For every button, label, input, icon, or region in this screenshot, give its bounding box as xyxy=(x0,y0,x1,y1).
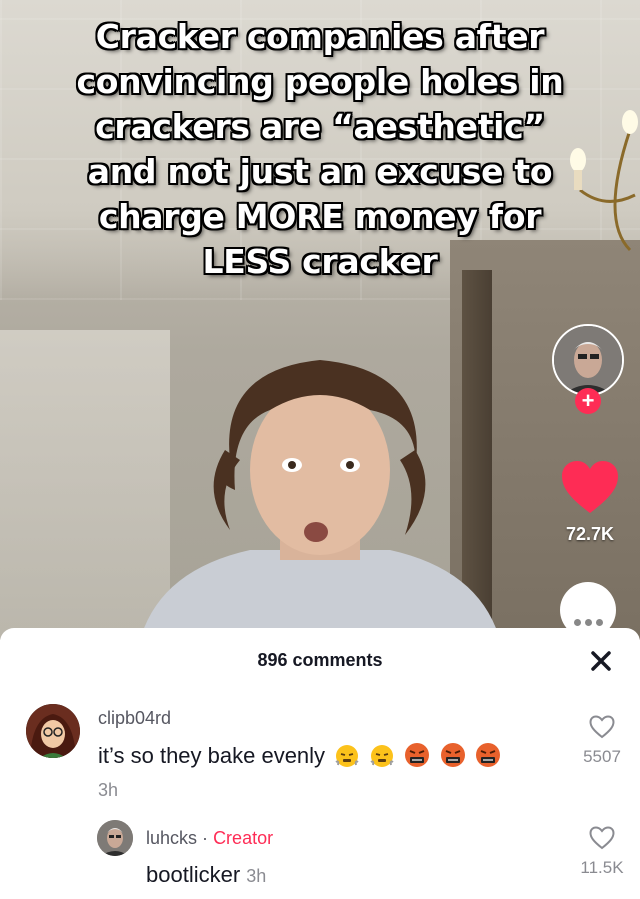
reply-body: bootlicker xyxy=(146,862,241,887)
avatar-image xyxy=(97,820,133,856)
follow-button[interactable]: + xyxy=(575,388,601,414)
username-separator: · xyxy=(202,828,209,848)
close-icon[interactable] xyxy=(586,646,616,676)
creator-avatar-image xyxy=(554,326,622,394)
creator-avatar[interactable] xyxy=(552,324,624,396)
face-with-symbols-icon xyxy=(405,743,430,767)
like-count: 72.7K xyxy=(565,524,615,544)
reply-like-count: 11.5K xyxy=(580,858,624,877)
comment-text: it’s so they bake evenly xyxy=(98,742,501,769)
avatar-image xyxy=(26,704,80,758)
reply-text: bootlicker 3h xyxy=(146,862,266,888)
person-image xyxy=(140,360,500,640)
video-caption: Cracker companies after convincing peopl… xyxy=(76,17,564,281)
like-heart-icon[interactable] xyxy=(560,460,620,515)
avatar[interactable] xyxy=(26,704,80,758)
comment-body: it’s so they bake evenly xyxy=(98,743,326,768)
creator-badge: Creator xyxy=(213,828,274,848)
more-dots-icon xyxy=(560,618,616,626)
face-with-steam-icon xyxy=(335,745,359,767)
avatar[interactable] xyxy=(97,820,133,856)
video-player[interactable]: Cracker companies after convincing peopl… xyxy=(0,0,640,640)
comments-sheet: 896 comments clipb04rd it’s so they bake… xyxy=(0,628,640,899)
comment-timestamp: 3h xyxy=(98,780,119,800)
reply-username[interactable]: luhcks xyxy=(146,828,197,848)
face-with-steam-icon xyxy=(370,745,394,767)
reply-username-line: luhcks · Creator xyxy=(146,828,273,849)
comment-username[interactable]: clipb04rd xyxy=(98,708,171,729)
reply-timestamp: 3h xyxy=(246,866,267,886)
reply-like-heart-icon[interactable] xyxy=(589,826,615,850)
face-with-symbols-icon xyxy=(440,743,465,767)
face-with-symbols-icon xyxy=(475,743,500,767)
comment-like-heart-icon[interactable] xyxy=(589,715,615,739)
comment-like-count: 5507 xyxy=(583,747,621,766)
comments-count-title: 896 comments xyxy=(257,650,383,670)
